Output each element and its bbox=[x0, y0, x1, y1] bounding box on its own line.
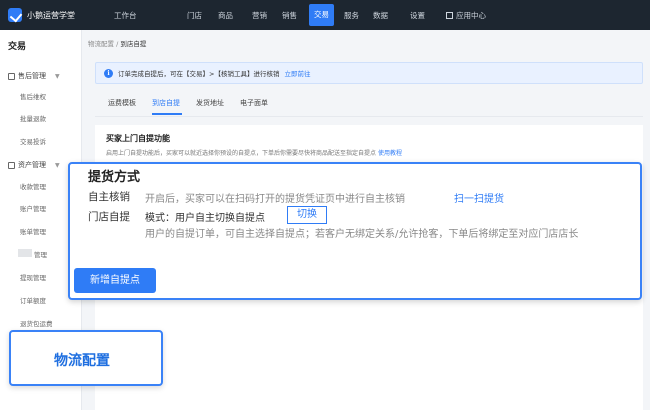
card-desc-link[interactable]: 使用教程 bbox=[378, 150, 402, 157]
sidebar-item-order-quota[interactable]: 订单额度 bbox=[20, 295, 46, 305]
sidebar-item-complaint[interactable]: 交易投诉 bbox=[20, 136, 46, 146]
nav-workbench[interactable]: 工作台 bbox=[114, 10, 137, 21]
brand-name: 小鹅运营学堂 bbox=[27, 10, 75, 20]
sidebar-section-label: 资产管理 bbox=[18, 161, 46, 169]
sidebar-item-withdraw[interactable]: 提现管理 bbox=[20, 272, 46, 282]
redacted-text bbox=[18, 249, 32, 257]
top-navbar: 小鹅运营学堂 工作台 门店 商品 营销 销售 交易 服务 数据 设置 应用中心 bbox=[0, 0, 650, 30]
sidebar-section-aftersale[interactable]: 售后管理 ▼ bbox=[8, 71, 60, 81]
sidebar-item-return-shipping[interactable]: 退货包运费 bbox=[20, 318, 53, 328]
sidebar-section-assets[interactable]: 资产管理 ▼ bbox=[8, 160, 60, 170]
card-title: 买家上门自提功能 bbox=[106, 134, 170, 143]
info-icon: i bbox=[104, 68, 113, 78]
sidebar-item-manage[interactable]: 管理 bbox=[34, 249, 47, 259]
aftersale-icon bbox=[8, 72, 15, 80]
chevron-down-icon: ▼ bbox=[55, 161, 60, 169]
chevron-down-icon: ▼ bbox=[55, 72, 60, 80]
tab-bar: 运费模板 到店自提 发货地址 电子面单 bbox=[108, 98, 268, 108]
breadcrumb-parent[interactable]: 物流配置 bbox=[88, 40, 114, 48]
tab-ship-address[interactable]: 发货地址 bbox=[196, 98, 224, 108]
brand-logo-icon bbox=[8, 8, 22, 22]
pickup-mode-desc: 用户的自提订单，可自主选择自提点；若客户无绑定关系/允许抢客，下单后将绑定至对应… bbox=[145, 229, 579, 240]
brand-logo[interactable]: 小鹅运营学堂 bbox=[8, 8, 75, 22]
nav-item-store[interactable]: 门店 bbox=[187, 10, 202, 21]
breadcrumb: 物流配置 / 到店自提 bbox=[88, 38, 146, 48]
card-desc: 启用上门自提功能后，买家可以就近选择你预设的自提点，下单后你需要尽快将商品配送至… bbox=[106, 148, 402, 157]
breadcrumb-sep: / bbox=[116, 40, 119, 48]
sidebar-title: 交易 bbox=[8, 42, 27, 52]
switch-mode-button[interactable]: 切换 bbox=[287, 206, 327, 224]
nav-item-data[interactable]: 数据 bbox=[373, 10, 388, 21]
scan-pickup-link[interactable]: 扫一扫提货 bbox=[454, 190, 504, 205]
nav-item-goods[interactable]: 商品 bbox=[218, 10, 233, 21]
notice-link[interactable]: 立即前往 bbox=[284, 68, 310, 78]
self-verify-desc: 开启后，买家可以在扫码打开的提货凭证页中进行自主核销 bbox=[145, 194, 405, 205]
breadcrumb-current: 到店自提 bbox=[120, 40, 147, 48]
tab-store-pickup[interactable]: 到店自提 bbox=[152, 98, 180, 108]
nav-item-trade[interactable]: 交易 bbox=[309, 4, 334, 26]
add-pickup-point-button[interactable]: 新增自提点 bbox=[74, 268, 156, 293]
pickup-mode-text: 模式：用户自主切换自提点 bbox=[145, 213, 265, 224]
sidebar-section-label: 售后管理 bbox=[18, 72, 46, 80]
self-verify-label: 自主核销 bbox=[88, 191, 130, 203]
nav-item-sales[interactable]: 销售 bbox=[282, 10, 297, 21]
sidebar-item-batch-refund[interactable]: 批量退款 bbox=[20, 113, 46, 123]
notice-text: 订单完成自提后，可在【交易】>【核销工具】进行核销 bbox=[118, 70, 280, 78]
nav-app-center-label: 应用中心 bbox=[456, 11, 486, 20]
assets-icon bbox=[8, 161, 15, 169]
tab-divider bbox=[95, 116, 643, 117]
sidebar-item-collection[interactable]: 收款管理 bbox=[20, 181, 46, 191]
logistics-config-label: 物流配置 bbox=[54, 353, 110, 369]
tab-freight-template[interactable]: 运费模板 bbox=[108, 98, 136, 108]
card-desc-text: 启用上门自提功能后，买家可以就近选择你预设的自提点，下单后你需要尽快将商品配送至… bbox=[106, 150, 377, 157]
tab-e-waybill[interactable]: 电子面单 bbox=[240, 98, 268, 108]
nav-item-service[interactable]: 服务 bbox=[344, 10, 359, 21]
sidebar-item-after-sale[interactable]: 售后维权 bbox=[20, 91, 46, 101]
nav-item-settings[interactable]: 设置 bbox=[410, 10, 425, 21]
notice-banner: i 订单完成自提后，可在【交易】>【核销工具】进行核销 立即前往 bbox=[95, 62, 643, 84]
sidebar-item-account[interactable]: 账户管理 bbox=[20, 203, 46, 213]
nav-app-center[interactable]: 应用中心 bbox=[446, 10, 486, 21]
store-pickup-label: 门店自提 bbox=[88, 211, 130, 223]
nav-item-marketing[interactable]: 营销 bbox=[252, 10, 267, 21]
pickup-method-heading: 提货方式 bbox=[88, 170, 141, 185]
apps-grid-icon bbox=[446, 12, 453, 19]
tab-active-indicator bbox=[152, 113, 182, 115]
sidebar-item-bill[interactable]: 账单管理 bbox=[20, 226, 46, 236]
